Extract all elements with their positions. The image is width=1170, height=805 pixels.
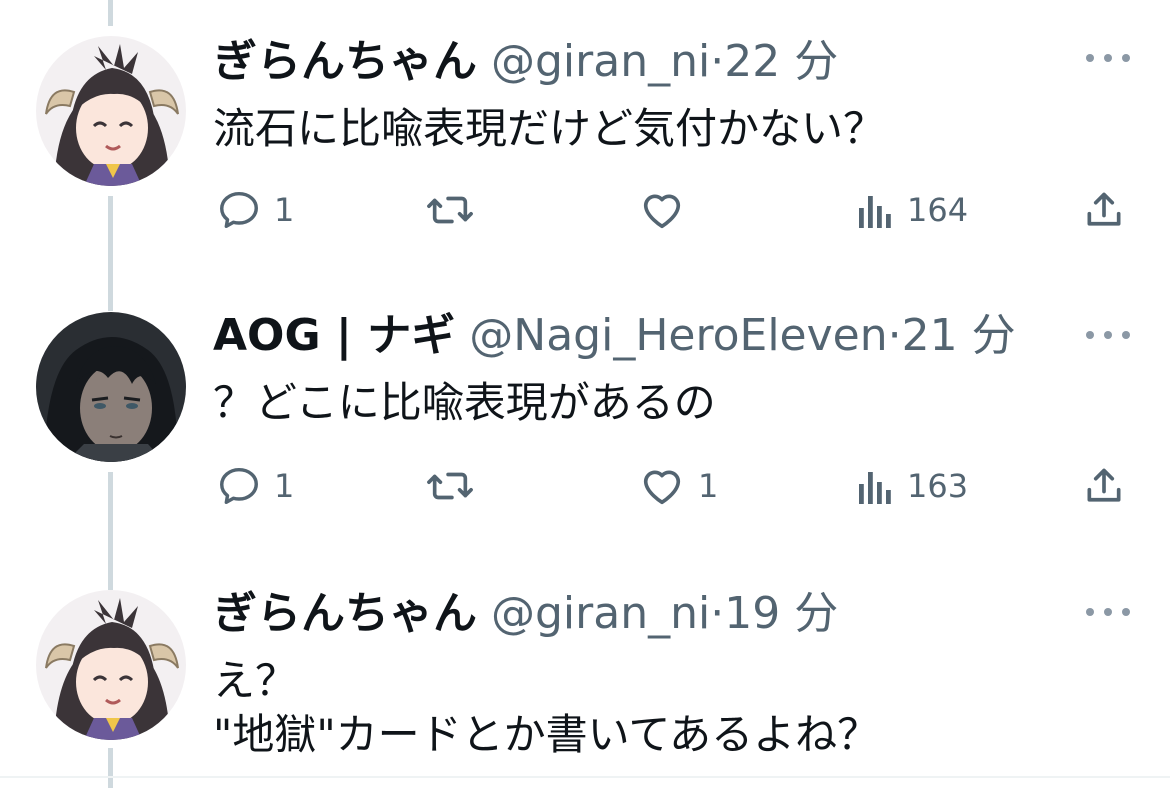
- share-icon: [1087, 468, 1121, 502]
- like-button[interactable]: 1: [638, 456, 718, 516]
- tweet[interactable]: ぎらんちゃん @giran_ni·19 分 え？ "地獄"カードとか書いてあるよ…: [0, 570, 1170, 780]
- avatar[interactable]: [36, 36, 186, 186]
- separator-dot: ·: [887, 310, 902, 361]
- retweet-icon: [427, 472, 473, 500]
- heart-icon: [643, 470, 681, 505]
- tweet-actions: 1 164: [0, 180, 1170, 240]
- display-name[interactable]: AOG | ナギ: [213, 310, 455, 361]
- tweet-header: ぎらんちゃん @giran_ni·19 分: [213, 586, 838, 642]
- views-button[interactable]: 163: [855, 456, 968, 516]
- avatar[interactable]: [36, 312, 186, 462]
- retweet-button[interactable]: [424, 180, 488, 240]
- anime-horned-girl-avatar-icon: [36, 590, 186, 740]
- tweet[interactable]: AOG | ナギ @Nagi_HeroEleven·21 分 ？どこに比喩表現が…: [0, 290, 1170, 560]
- more-options-icon[interactable]: [1086, 325, 1130, 345]
- analytics-icon: [859, 472, 891, 504]
- retweet-icon: [427, 196, 473, 224]
- divider: [0, 776, 1170, 778]
- heart-icon: [643, 194, 681, 229]
- timestamp[interactable]: 21 分: [902, 310, 1016, 361]
- timestamp[interactable]: 22 分: [724, 36, 838, 87]
- conversation-thread: ぎらんちゃん @giran_ni·22 分 流石に比喩表現だけど気付かない？ 1…: [0, 0, 1170, 805]
- view-count: 164: [907, 191, 969, 229]
- tweet[interactable]: ぎらんちゃん @giran_ni·22 分 流石に比喩表現だけど気付かない？ 1…: [0, 0, 1170, 280]
- share-icon: [1087, 192, 1121, 226]
- retweet-button[interactable]: [424, 456, 488, 516]
- analytics-icon: [859, 196, 891, 228]
- more-options-icon[interactable]: [1086, 602, 1130, 622]
- tweet-text: ？どこに比喩表現があるの: [213, 378, 716, 427]
- reply-count: 1: [274, 467, 295, 505]
- tweet-header: AOG | ナギ @Nagi_HeroEleven·21 分: [213, 308, 1016, 364]
- anime-horned-girl-avatar-icon: [36, 36, 186, 186]
- tweet-text: 流石に比喩表現だけど気付かない？: [213, 104, 886, 153]
- reply-button[interactable]: 1: [216, 180, 294, 240]
- tweet-header: ぎらんちゃん @giran_ni·22 分: [213, 34, 838, 90]
- reply-button[interactable]: 1: [216, 456, 294, 516]
- reply-count: 1: [274, 191, 295, 229]
- share-button[interactable]: [1082, 456, 1126, 516]
- user-handle[interactable]: @Nagi_HeroEleven: [469, 310, 887, 361]
- more-options-icon[interactable]: [1086, 48, 1130, 68]
- display-name[interactable]: ぎらんちゃん: [213, 36, 477, 87]
- separator-dot: ·: [710, 36, 725, 87]
- avatar[interactable]: [36, 590, 186, 740]
- user-handle[interactable]: @giran_ni: [491, 36, 710, 87]
- timestamp[interactable]: 19 分: [724, 588, 838, 639]
- separator-dot: ·: [710, 588, 725, 639]
- tweet-actions: 1 1 163: [0, 456, 1170, 516]
- like-count: 1: [698, 467, 719, 505]
- reply-icon: [220, 191, 258, 229]
- tweet-text: え？ "地獄"カードとか書いてあるよね？: [213, 656, 880, 759]
- share-button[interactable]: [1082, 180, 1126, 240]
- display-name[interactable]: ぎらんちゃん: [213, 588, 477, 639]
- reply-icon: [220, 467, 258, 505]
- anime-dark-haired-boy-avatar-icon: [36, 312, 186, 462]
- view-count: 163: [907, 467, 969, 505]
- like-button[interactable]: [638, 180, 698, 240]
- user-handle[interactable]: @giran_ni: [491, 588, 710, 639]
- views-button[interactable]: 164: [855, 180, 968, 240]
